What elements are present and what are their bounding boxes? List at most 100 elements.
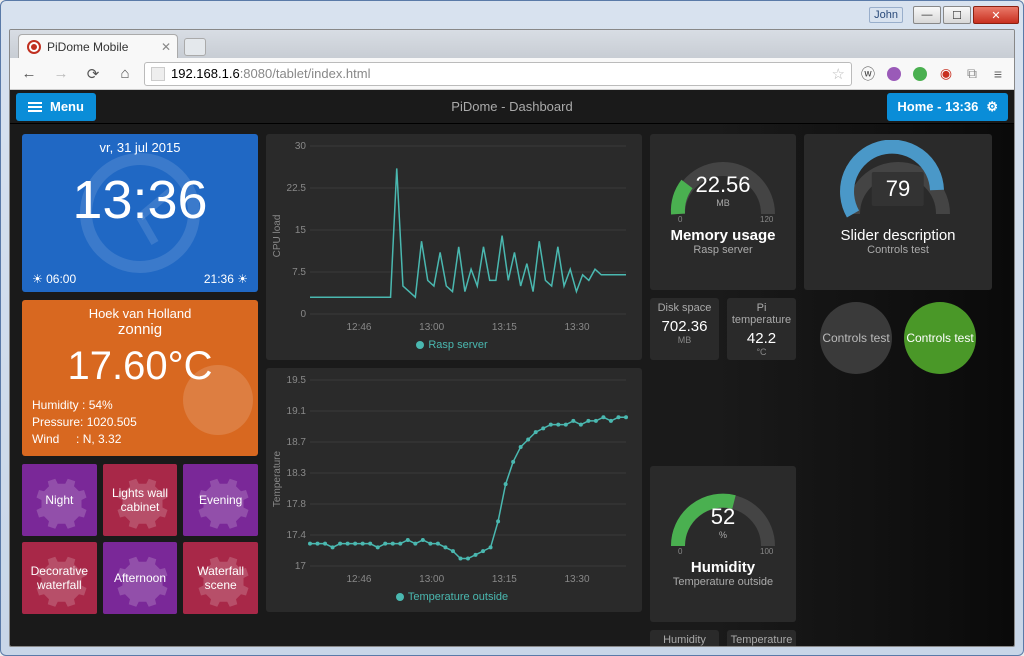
scene-waterfall-scene[interactable]: Waterfall scene (183, 542, 258, 614)
svg-text:19.5: 19.5 (287, 375, 307, 386)
controls-test-gray-button[interactable]: Controls test (820, 302, 892, 374)
svg-text:120: 120 (760, 215, 774, 224)
window-close-button[interactable]: ✕ (973, 6, 1019, 24)
svg-text:17.8: 17.8 (287, 499, 307, 510)
scene-decorative-waterfall[interactable]: Decorative waterfall (22, 542, 97, 614)
chrome-tab-active[interactable]: PiDome Mobile ✕ (18, 34, 178, 58)
disk-space-tile[interactable]: Disk space 702.36 MB (650, 298, 719, 360)
humidity-gauge-subtitle: Temperature outside (650, 576, 796, 588)
humidity-gauge-title: Humidity (650, 559, 796, 576)
svg-text:13:00: 13:00 (419, 322, 444, 333)
reload-button[interactable]: ⟳ (80, 62, 106, 86)
browser-window: PiDome Mobile ✕ ← → ⟳ ⌂ 192.168.1.6 :808… (9, 29, 1015, 647)
svg-text:13:00: 13:00 (419, 574, 444, 585)
pidome-favicon (27, 40, 41, 54)
chrome-new-tab-button[interactable] (184, 38, 206, 56)
sunset-time: 21:36 ☀ (204, 272, 248, 286)
app-header: Menu PiDome - Dashboard Home - 13:36 ⚙ (10, 90, 1014, 124)
forward-button: → (48, 62, 74, 86)
svg-text:15: 15 (295, 225, 307, 236)
controls-test-green-button[interactable]: Controls test (904, 302, 976, 374)
menu-label: Menu (50, 99, 84, 114)
menu-button[interactable]: Menu (16, 93, 96, 121)
window-titlebar[interactable]: John — ☐ ✕ (1, 1, 1023, 29)
chrome-tabstrip: PiDome Mobile ✕ (10, 30, 1014, 58)
svg-text:7.5: 7.5 (292, 267, 306, 278)
temperature-outside-tile[interactable]: Temperature outside 9 % (727, 630, 796, 646)
extension-green-icon[interactable] (910, 64, 930, 84)
window-frame: John — ☐ ✕ PiDome Mobile ✕ ← → ⟳ ⌂ 192.1… (0, 0, 1024, 656)
url-host: 192.168.1.6 (171, 66, 240, 81)
column-3: 0 120 22.56 MB Memory usage Rasp server … (650, 134, 796, 646)
wordpress-extension-icon[interactable]: ⓦ (858, 64, 878, 84)
svg-text:13:30: 13:30 (565, 574, 590, 585)
scene-afternoon[interactable]: Afternoon (103, 542, 178, 614)
sunrise-time: ☀ 06:00 (32, 272, 76, 286)
temperature-chart: 1717.417.818.318.719.119.512:4613:0013:1… (270, 372, 634, 586)
sun-icon (148, 330, 258, 456)
scene-night[interactable]: Night (22, 464, 97, 536)
svg-text:18.7: 18.7 (287, 437, 307, 448)
humidity-gauge-value: 52 (650, 504, 796, 530)
weather-location: Hoek van Holland (32, 306, 248, 321)
svg-text:12:46: 12:46 (346, 574, 371, 585)
home-button[interactable]: Home - 13:36 ⚙ (887, 93, 1008, 121)
memory-gauge-tile[interactable]: 0 120 22.56 MB Memory usage Rasp server (650, 134, 796, 290)
cpu-chart-legend: Rasp server (270, 339, 634, 351)
svg-text:17: 17 (295, 561, 307, 572)
gear-icon: ⚙ (986, 99, 998, 115)
svg-text:13:15: 13:15 (492, 574, 517, 585)
svg-text:22.5: 22.5 (287, 183, 307, 194)
scene-evening[interactable]: Evening (183, 464, 258, 536)
window-minimize-button[interactable]: — (913, 6, 941, 24)
titlebar-user-label: John (869, 7, 903, 23)
svg-text:0: 0 (678, 215, 683, 224)
svg-text:CPU load: CPU load (272, 215, 283, 258)
hamburger-icon (28, 102, 42, 112)
memory-gauge-value: 22.56 (650, 172, 796, 198)
pi-temperature-tile[interactable]: Pi temperature 42.2 °C (727, 298, 796, 360)
slider-title: Slider description (804, 227, 992, 244)
svg-text:19.1: 19.1 (287, 406, 307, 417)
temperature-chart-tile[interactable]: 1717.417.818.318.719.119.512:4613:0013:1… (266, 368, 642, 612)
clock-sun-row: ☀ 06:00 21:36 ☀ (22, 272, 258, 286)
extension-purple-icon[interactable] (884, 64, 904, 84)
clock-tile[interactable]: vr, 31 jul 2015 13:36 ☀ 06:00 21:36 ☀ (22, 134, 258, 292)
weather-tile[interactable]: Hoek van Holland zonnig 17.60°C Humidity… (22, 300, 258, 456)
extension-red-icon[interactable]: ◉ (936, 64, 956, 84)
pidome-page: Menu PiDome - Dashboard Home - 13:36 ⚙ v… (10, 90, 1014, 646)
extension-gray-icon[interactable]: ⧉ (962, 64, 982, 84)
cpu-chart: 07.51522.53012:4613:0013:1513:30CPU load (270, 138, 634, 334)
slider-tile[interactable]: 79 Slider description Controls test (804, 134, 992, 290)
svg-text:30: 30 (295, 141, 307, 152)
slider-subtitle: Controls test (804, 244, 992, 256)
cpu-chart-tile[interactable]: 07.51522.53012:4613:0013:1513:30CPU load… (266, 134, 642, 360)
memory-gauge-subtitle: Rasp server (650, 244, 796, 256)
home-button-browser[interactable]: ⌂ (112, 62, 138, 86)
chrome-tab-close-icon[interactable]: ✕ (161, 40, 171, 54)
svg-text:18.3: 18.3 (287, 468, 307, 479)
humidity-status-tile[interactable]: Humidity status Comfort (650, 630, 719, 646)
site-info-icon[interactable] (151, 67, 165, 81)
charts-column: 07.51522.53012:4613:0013:1513:30CPU load… (266, 134, 642, 646)
clock-icon (80, 153, 200, 273)
svg-text:13:15: 13:15 (492, 322, 517, 333)
humidity-gauge-tile[interactable]: 0 100 52 % Humidity Temperature outside (650, 466, 796, 622)
page-title: PiDome - Dashboard (451, 99, 572, 114)
url-bar[interactable]: 192.168.1.6 :8080/tablet/index.html ☆ (144, 62, 852, 86)
scene-grid: Night Lights wall cabinet Evening Decora… (22, 464, 258, 614)
url-rest: :8080/tablet/index.html (240, 66, 371, 81)
scene-lights-wall-cabinet[interactable]: Lights wall cabinet (103, 464, 178, 536)
back-button[interactable]: ← (16, 62, 42, 86)
controls-row: Controls test Controls test (804, 298, 992, 378)
chrome-menu-icon[interactable]: ≡ (988, 64, 1008, 84)
bookmark-star-icon[interactable]: ☆ (832, 65, 845, 83)
dashboard-grid: vr, 31 jul 2015 13:36 ☀ 06:00 21:36 ☀ Ho… (10, 124, 1014, 646)
home-label: Home - 13:36 (897, 99, 978, 114)
left-column: vr, 31 jul 2015 13:36 ☀ 06:00 21:36 ☀ Ho… (22, 134, 258, 646)
column-4: 79 Slider description Controls test Cont… (804, 134, 992, 646)
humidity-gauge-unit: % (650, 530, 796, 540)
window-maximize-button[interactable]: ☐ (943, 6, 971, 24)
temperature-chart-legend: Temperature outside (270, 591, 634, 603)
memory-gauge-unit: MB (650, 198, 796, 208)
